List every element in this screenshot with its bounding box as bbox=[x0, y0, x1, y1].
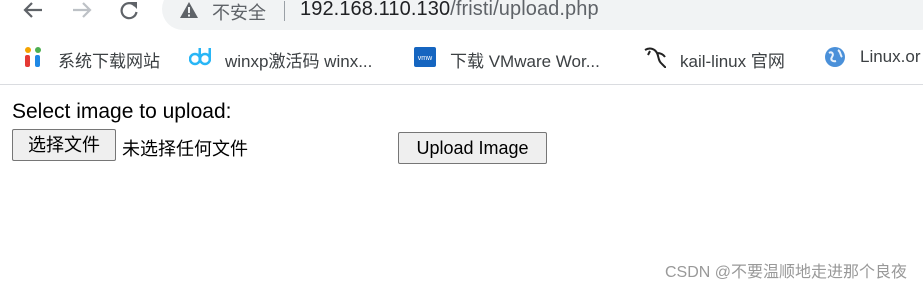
bookmark-label: winxp激活码 winx... bbox=[225, 52, 373, 71]
reload-button[interactable] bbox=[113, 0, 143, 26]
bookmark-label: 系统下载网站 bbox=[58, 52, 160, 71]
choose-file-button[interactable]: 选择文件 bbox=[12, 129, 116, 161]
divider bbox=[284, 1, 285, 21]
globe-icon bbox=[825, 47, 845, 67]
security-label[interactable]: 不安全 bbox=[212, 0, 266, 25]
reload-icon bbox=[120, 2, 138, 20]
svg-text:vmw: vmw bbox=[418, 55, 433, 62]
back-arrow-icon bbox=[23, 2, 42, 18]
page-heading: Select image to upload: bbox=[12, 100, 232, 123]
bookmark-label: kail-linux 官网 bbox=[680, 52, 785, 71]
browser-toolbar: 不安全 192.168.110.130/fristi/upload.php bbox=[0, 0, 923, 32]
bookmark-label: Linux.or bbox=[860, 47, 921, 66]
back-button[interactable] bbox=[17, 0, 47, 26]
winxp-icon bbox=[189, 48, 211, 66]
url-host: 192.168.110.130 bbox=[300, 0, 451, 20]
kali-dragon-icon bbox=[644, 47, 666, 68]
url-path: /fristi/upload.php bbox=[450, 0, 599, 20]
forward-arrow-icon bbox=[73, 2, 92, 18]
upload-image-button[interactable]: Upload Image bbox=[398, 132, 547, 164]
warning-icon bbox=[180, 2, 198, 18]
bookmarks-bar: 系统下载网站 winxp激活码 winx... vmw 下载 VMware Wo… bbox=[0, 32, 923, 85]
vmware-icon: vmw bbox=[414, 47, 436, 67]
page-content: Select image to upload: 选择文件 未选择任何文件 Upl… bbox=[0, 85, 923, 288]
url-text[interactable]: 192.168.110.130/fristi/upload.php bbox=[300, 0, 599, 21]
watermark-text: CSDN @不要温顺地走进那个良夜 bbox=[664, 264, 907, 281]
system-download-icon bbox=[25, 47, 41, 67]
bookmark-label: 下载 VMware Wor... bbox=[450, 52, 600, 71]
no-file-chosen-text: 未选择任何文件 bbox=[122, 139, 248, 159]
forward-button[interactable] bbox=[66, 0, 96, 26]
